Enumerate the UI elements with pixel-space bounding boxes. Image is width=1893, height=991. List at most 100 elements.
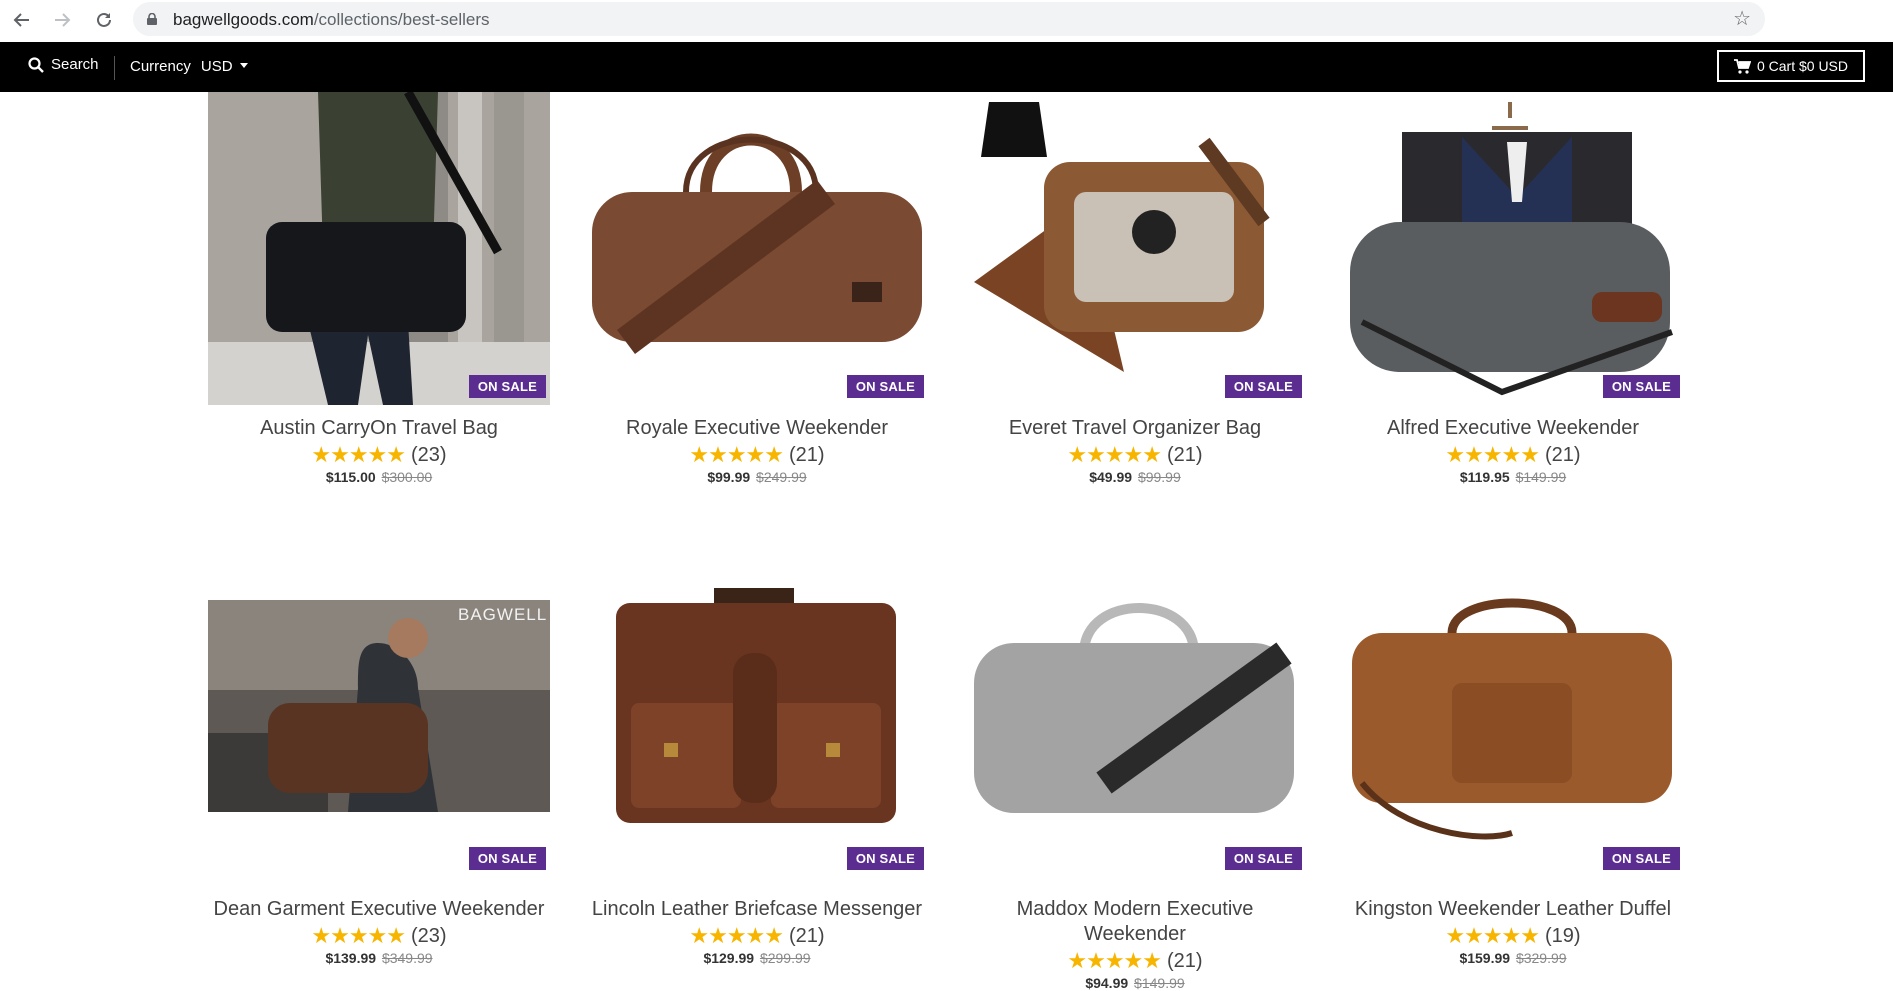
product-title[interactable]: Maddox Modern Executive Weekender <box>964 897 1306 947</box>
product-title[interactable]: Alfred Executive Weekender <box>1342 416 1684 441</box>
stars-icon: ★★★★★ <box>689 923 784 948</box>
compare-price: $249.99 <box>756 469 807 485</box>
product-image[interactable]: ON SALE <box>586 92 928 405</box>
product-title[interactable]: Dean Garment Executive Weekender <box>208 897 550 922</box>
stars-icon: ★★★★★ <box>311 923 406 948</box>
on-sale-badge: ON SALE <box>1224 375 1302 398</box>
back-button[interactable] <box>8 6 36 34</box>
review-count: (21) <box>789 443 825 466</box>
on-sale-badge: ON SALE <box>1224 847 1302 870</box>
stars-icon: ★★★★★ <box>1067 442 1162 467</box>
product-card[interactable]: ON SALE Lincoln Leather Briefcase Messen… <box>586 583 928 966</box>
stars-icon: ★★★★★ <box>311 442 406 467</box>
on-sale-badge: ON SALE <box>468 847 546 870</box>
arrow-right-icon <box>55 13 71 27</box>
review-count: (19) <box>1545 924 1581 947</box>
sale-price: $49.99 <box>1089 469 1133 485</box>
currency-value: USD <box>200 58 233 75</box>
product-title[interactable]: Everet Travel Organizer Bag <box>964 416 1306 441</box>
product-photo <box>616 588 896 823</box>
cart-button[interactable]: 0 Cart $0 USD <box>1717 50 1865 82</box>
product-photo: BAGWELL <box>208 600 550 812</box>
product-price: $49.99 $99.99 <box>964 469 1306 485</box>
product-card[interactable]: ON SALE Everet Travel Organizer Bag ★★★★… <box>964 92 1306 485</box>
stars-icon: ★★★★★ <box>1445 442 1540 467</box>
cart-icon <box>1733 58 1751 74</box>
product-title[interactable]: Lincoln Leather Briefcase Messenger <box>586 897 928 922</box>
product-rating: ★★★★★ (21) <box>964 948 1306 974</box>
store-header: Search Currency USD 0 Cart $0 USD <box>0 42 1893 92</box>
currency-selector[interactable]: Currency USD <box>130 58 248 75</box>
product-card[interactable]: ON SALE Alfred Executive Weekender ★★★★★… <box>1342 92 1684 485</box>
on-sale-badge: ON SALE <box>846 847 924 870</box>
search-button[interactable]: Search <box>28 56 99 73</box>
sale-price: $129.99 <box>703 950 755 966</box>
review-count: (21) <box>1545 443 1581 466</box>
on-sale-badge: ON SALE <box>468 375 546 398</box>
forward-button[interactable] <box>48 6 76 34</box>
lock-icon <box>147 13 157 25</box>
sale-price: $115.00 <box>325 469 376 485</box>
product-title[interactable]: Kingston Weekender Leather Duffel <box>1342 897 1684 922</box>
product-title[interactable]: Royale Executive Weekender <box>586 416 928 441</box>
on-sale-badge: ON SALE <box>1602 847 1680 870</box>
product-rating: ★★★★★ (19) <box>1342 923 1684 949</box>
product-card[interactable]: BAGWELL ON SALE Dean Garment Executive W… <box>208 583 550 966</box>
product-rating: ★★★★★ (21) <box>586 442 928 468</box>
caret-down-icon <box>239 62 248 68</box>
url-path: /collections/best-sellers <box>313 10 490 29</box>
product-rating: ★★★★★ (21) <box>1342 442 1684 468</box>
compare-price: $149.99 <box>1515 469 1567 485</box>
url-text: bagwellgoods.com/collections/best-seller… <box>173 10 490 30</box>
product-card[interactable]: ON SALE Royale Executive Weekender ★★★★★… <box>586 92 928 485</box>
sale-price: $159.99 <box>1459 950 1511 966</box>
product-price: $139.99 $349.99 <box>208 950 550 966</box>
review-count: (21) <box>1167 949 1203 972</box>
product-price: $129.99 $299.99 <box>586 950 928 966</box>
product-image[interactable]: BAGWELL ON SALE <box>208 583 550 886</box>
product-price: $159.99 $329.99 <box>1342 950 1684 966</box>
product-title[interactable]: Austin CarryOn Travel Bag <box>208 416 550 441</box>
sale-price: $119.95 <box>1459 469 1510 485</box>
product-price: $119.95 $149.99 <box>1342 469 1684 485</box>
bookmark-star-icon[interactable]: ☆ <box>1733 9 1751 29</box>
review-count: (21) <box>789 924 825 947</box>
product-price: $99.99 $249.99 <box>586 469 928 485</box>
address-bar[interactable]: bagwellgoods.com/collections/best-seller… <box>133 2 1765 36</box>
product-card[interactable]: ON SALE Austin CarryOn Travel Bag ★★★★★(… <box>208 92 550 485</box>
sale-price: $99.99 <box>707 469 751 485</box>
product-image[interactable]: ON SALE <box>208 92 550 405</box>
product-card[interactable]: ON SALE Maddox Modern Executive Weekende… <box>964 583 1306 991</box>
compare-price: $349.99 <box>381 950 433 966</box>
product-rating: ★★★★★ (23) <box>208 923 550 949</box>
on-sale-badge: ON SALE <box>1602 375 1680 398</box>
product-image[interactable]: ON SALE <box>964 92 1306 405</box>
product-price: $115.00 $300.00 <box>208 469 550 485</box>
product-photo <box>592 133 922 354</box>
product-image[interactable]: ON SALE <box>1342 92 1684 405</box>
compare-price: $149.99 <box>1134 975 1185 991</box>
product-image[interactable]: ON SALE <box>964 583 1306 886</box>
product-image[interactable]: ON SALE <box>586 583 928 886</box>
compare-price: $300.00 <box>381 469 433 485</box>
sale-price: $94.99 <box>1085 975 1129 991</box>
product-rating: ★★★★★ (21) <box>964 442 1306 468</box>
product-photo <box>974 603 1294 813</box>
product-rating: ★★★★★ (23) <box>208 442 550 468</box>
product-image[interactable]: ON SALE <box>1342 583 1684 886</box>
product-card[interactable]: ON SALE Kingston Weekender Leather Duffe… <box>1342 583 1684 966</box>
search-label: Search <box>51 56 99 73</box>
cart-label: 0 Cart $0 USD <box>1756 58 1849 74</box>
stars-icon: ★★★★★ <box>689 442 784 467</box>
product-photo <box>974 102 1270 372</box>
product-rating: ★★★★★ (21) <box>586 923 928 949</box>
compare-price: $99.99 <box>1137 469 1181 485</box>
product-price: $94.99 $149.99 <box>964 975 1306 991</box>
reload-icon <box>97 12 111 27</box>
sale-price: $139.99 <box>325 950 377 966</box>
reload-button[interactable] <box>90 6 118 34</box>
product-photo <box>1352 598 1672 840</box>
header-divider <box>114 56 115 80</box>
compare-price: $329.99 <box>1515 950 1567 966</box>
compare-price: $299.99 <box>759 950 811 966</box>
